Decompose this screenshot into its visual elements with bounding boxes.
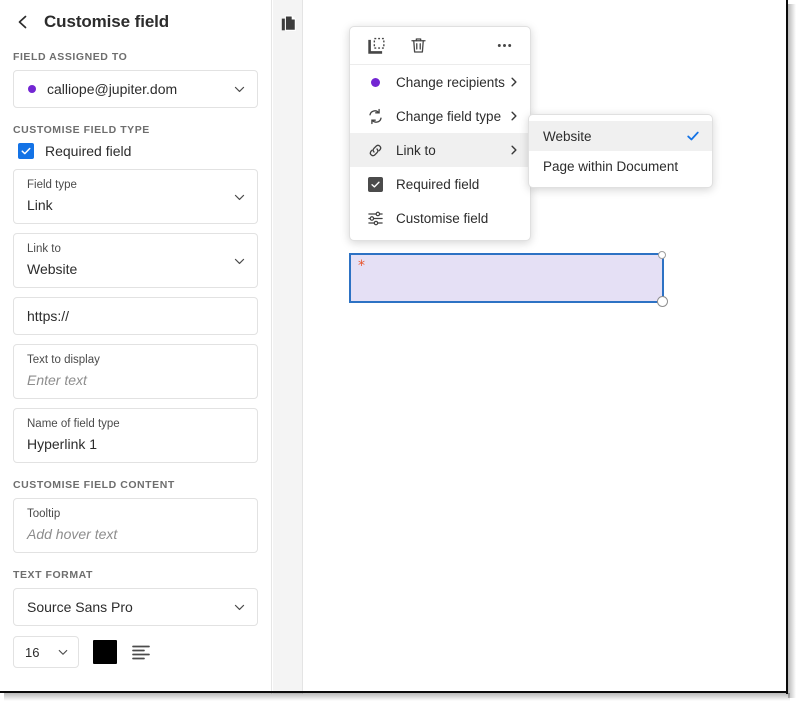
text-to-display-label: Text to display <box>27 354 100 366</box>
section-label-text-format: TEXT FORMAT <box>13 569 93 581</box>
text-align-left-icon[interactable] <box>131 643 151 661</box>
submenu-item-website[interactable]: Website <box>529 121 712 151</box>
checkbox-checked-icon <box>18 143 34 159</box>
menu-item-label: Customise field <box>396 210 489 226</box>
chevron-down-icon <box>233 254 246 267</box>
required-field-checkbox-label: Required field <box>45 143 132 159</box>
link-to-submenu: Website Page within Document <box>528 114 713 188</box>
page-thumbnails-icon[interactable] <box>280 14 298 34</box>
page-thumbnail-panel <box>273 0 303 694</box>
field-assigned-to-select[interactable]: calliope@jupiter.dom <box>13 70 258 108</box>
chevron-down-icon <box>233 601 246 614</box>
font-size-select[interactable]: 16 <box>13 636 79 668</box>
name-of-field-type-value: Hyperlink 1 <box>27 436 98 452</box>
resize-handle-top-right[interactable] <box>658 251 666 259</box>
font-family-value: Source Sans Pro <box>27 599 133 615</box>
tooltip-input[interactable]: Tooltip Add hover text <box>13 498 258 553</box>
link-to-select[interactable]: Link to Website <box>13 233 258 288</box>
back-chevron-icon[interactable] <box>14 13 32 31</box>
submenu-item-label: Website <box>543 128 592 144</box>
sliders-icon <box>366 209 385 228</box>
context-menu-toolbar <box>350 27 530 65</box>
section-label-field-assigned-to: FIELD ASSIGNED TO <box>13 51 128 63</box>
chevron-right-icon <box>508 76 520 88</box>
required-field-checkbox[interactable]: Required field <box>18 143 258 159</box>
app-window: Customise field FIELD ASSIGNED TO callio… <box>0 0 800 705</box>
duplicate-field-icon[interactable] <box>364 34 388 58</box>
font-family-select[interactable]: Source Sans Pro <box>13 588 258 626</box>
page-title: Customise field <box>44 12 170 31</box>
sidebar-body: FIELD ASSIGNED TO calliope@jupiter.dom C… <box>0 51 271 668</box>
submenu-item-label: Page within Document <box>543 158 679 174</box>
link-icon <box>366 141 385 160</box>
recipient-row: calliope@jupiter.dom <box>14 71 257 107</box>
url-input-value: https:// <box>27 308 70 324</box>
more-options-icon[interactable] <box>492 34 516 58</box>
menu-item-link-to[interactable]: Link to <box>350 133 530 167</box>
name-of-field-type-label: Name of field type <box>27 418 120 430</box>
text-to-display-input[interactable]: Text to display Enter text <box>13 344 258 399</box>
window-border-right <box>786 0 788 694</box>
url-input[interactable]: https:// <box>13 297 258 335</box>
menu-item-required-field[interactable]: Required field <box>350 167 530 201</box>
chevron-right-icon <box>508 144 520 156</box>
delete-field-icon[interactable] <box>406 34 430 58</box>
section-label-customise-field-content: CUSTOMISE FIELD CONTENT <box>13 479 175 491</box>
field-type-select[interactable]: Field type Link <box>13 169 258 224</box>
menu-item-label: Required field <box>396 176 480 192</box>
name-of-field-type-input[interactable]: Name of field type Hyperlink 1 <box>13 408 258 463</box>
window-shadow-bottom <box>4 693 790 701</box>
chevron-down-icon <box>57 646 69 658</box>
refresh-icon <box>366 107 385 126</box>
font-size-value: 16 <box>25 644 40 660</box>
submenu-item-page-within-document[interactable]: Page within Document <box>529 151 712 181</box>
checkbox-checked-icon <box>366 175 385 194</box>
window-border-bottom <box>0 691 788 693</box>
field-type-label: Field type <box>27 179 77 191</box>
menu-item-label: Link to <box>396 142 436 158</box>
field-type-value: Link <box>27 197 53 213</box>
text-colour-swatch[interactable] <box>93 640 117 664</box>
chevron-right-icon <box>508 110 520 122</box>
resize-handle-bottom-right[interactable] <box>657 296 668 307</box>
chevron-down-icon <box>233 190 246 203</box>
recipient-email-value: calliope@jupiter.dom <box>47 81 178 97</box>
menu-item-change-field-type[interactable]: Change field type <box>350 99 530 133</box>
hyperlink-form-field[interactable]: * <box>349 251 668 307</box>
text-format-toolbar: 16 <box>13 636 258 668</box>
link-to-value: Website <box>27 261 78 277</box>
menu-item-change-recipients[interactable]: Change recipients <box>350 65 530 99</box>
link-to-label: Link to <box>27 243 61 255</box>
recipient-dot-icon <box>366 73 385 92</box>
menu-item-label: Change recipients <box>396 74 505 90</box>
window-shadow-right <box>788 4 796 698</box>
recipient-colour-dot-icon <box>28 85 36 93</box>
tooltip-placeholder: Add hover text <box>27 526 118 542</box>
document-canvas: * Change recipients Change field type Li… <box>304 0 788 694</box>
section-label-customise-field-type: CUSTOMISE FIELD TYPE <box>13 124 150 136</box>
tooltip-label: Tooltip <box>27 508 61 520</box>
menu-item-customise-field[interactable]: Customise field <box>350 201 530 235</box>
customise-field-sidebar: Customise field FIELD ASSIGNED TO callio… <box>0 0 272 694</box>
menu-item-label: Change field type <box>396 108 502 124</box>
check-icon <box>686 129 700 143</box>
text-to-display-placeholder: Enter text <box>27 372 87 388</box>
sidebar-header: Customise field <box>0 0 271 40</box>
required-marker: * <box>358 258 365 274</box>
field-context-menu: Change recipients Change field type Link… <box>349 26 531 241</box>
